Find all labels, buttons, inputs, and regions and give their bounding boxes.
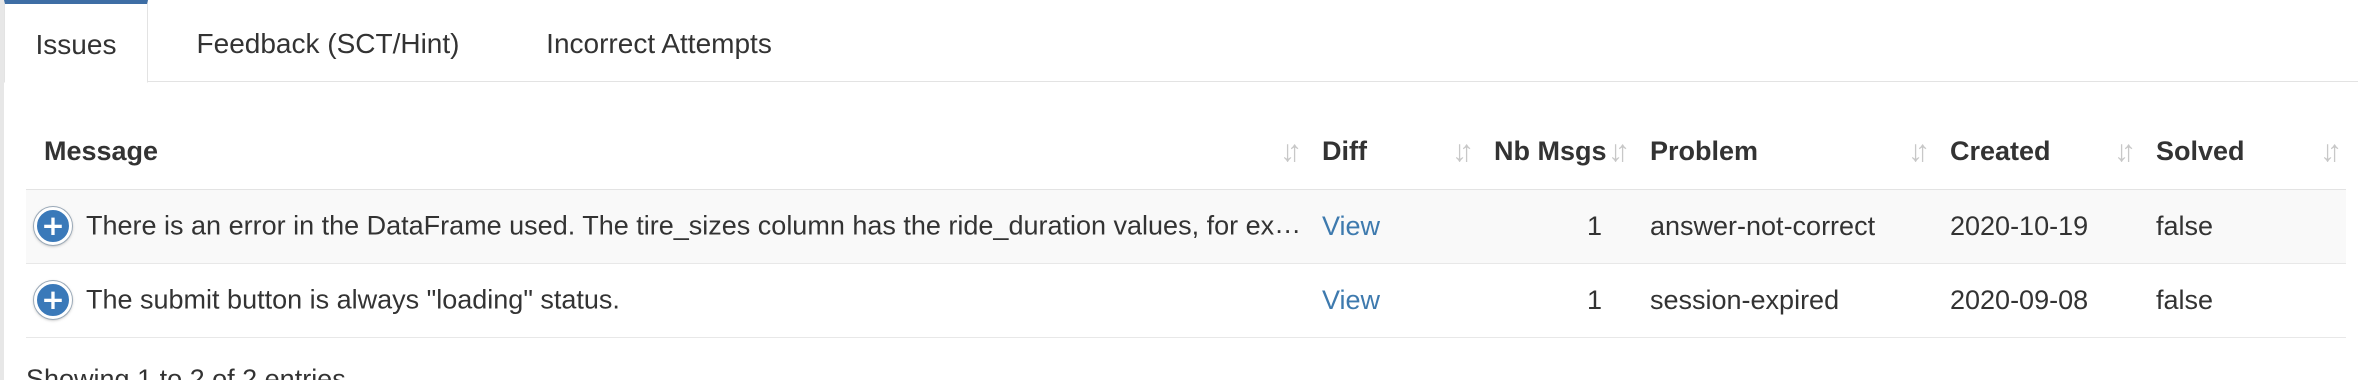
column-header-label: Created xyxy=(1950,136,2051,167)
sort-arrows-icon[interactable]: ↓↑ xyxy=(1280,135,1302,169)
column-header-nb-msgs[interactable]: Nb Msgs ↓↑ xyxy=(1478,115,1634,190)
view-diff-link[interactable]: View xyxy=(1322,285,1380,315)
column-header-label: Solved xyxy=(2156,136,2245,167)
tab-feedback[interactable]: Feedback (SCT/Hint) xyxy=(172,0,484,82)
column-header-label: Problem xyxy=(1650,136,1759,167)
problem-cell: session-expired xyxy=(1634,263,1934,338)
sort-arrows-icon[interactable]: ↓↑ xyxy=(1608,135,1630,169)
column-header-created[interactable]: Created ↓↑ xyxy=(1934,115,2140,190)
created-cell: 2020-09-08 xyxy=(1934,263,2140,338)
issues-table: Message ↓↑ Diff ↓↑ Nb Msgs ↓↑ Problem ↓↑ xyxy=(26,115,2346,338)
issues-table-container: Message ↓↑ Diff ↓↑ Nb Msgs ↓↑ Problem ↓↑ xyxy=(26,115,2346,338)
column-header-problem[interactable]: Problem ↓↑ xyxy=(1634,115,1934,190)
tab-incorrect-attempts[interactable]: Incorrect Attempts xyxy=(524,0,794,82)
diff-cell: View xyxy=(1306,263,1478,338)
sort-arrows-icon[interactable]: ↓↑ xyxy=(1908,135,1930,169)
message-text: The submit button is always "loading" st… xyxy=(86,284,620,315)
table-info-text: Showing 1 to 2 of 2 entries xyxy=(26,364,346,380)
message-text: There is an error in the DataFrame used.… xyxy=(86,210,1306,241)
plus-circle-icon[interactable]: + xyxy=(34,207,72,245)
column-header-label: Diff xyxy=(1322,136,1367,167)
created-cell: 2020-10-19 xyxy=(1934,189,2140,264)
message-cell: + The submit button is always "loading" s… xyxy=(26,263,1306,338)
view-diff-link[interactable]: View xyxy=(1322,211,1380,241)
nb-msgs-cell: 1 xyxy=(1478,189,1634,264)
solved-cell: false xyxy=(2140,189,2346,264)
column-header-label: Message xyxy=(44,136,159,167)
tab-issues[interactable]: Issues xyxy=(4,0,148,83)
sort-arrows-icon[interactable]: ↓↑ xyxy=(2320,135,2342,169)
tab-bar: Issues Feedback (SCT/Hint) Incorrect Att… xyxy=(4,0,2358,83)
column-header-solved[interactable]: Solved ↓↑ xyxy=(2140,115,2346,190)
sort-arrows-icon[interactable]: ↓↑ xyxy=(2114,135,2136,169)
solved-cell: false xyxy=(2140,263,2346,338)
message-cell: + There is an error in the DataFrame used… xyxy=(26,189,1306,264)
table-row: + The submit button is always "loading" s… xyxy=(26,263,2346,338)
nb-msgs-cell: 1 xyxy=(1478,263,1634,338)
column-header-message[interactable]: Message ↓↑ xyxy=(26,115,1306,190)
column-header-diff[interactable]: Diff ↓↑ xyxy=(1306,115,1478,190)
page: Issues Feedback (SCT/Hint) Incorrect Att… xyxy=(0,0,2358,380)
column-header-label: Nb Msgs xyxy=(1494,136,1607,167)
table-header-row: Message ↓↑ Diff ↓↑ Nb Msgs ↓↑ Problem ↓↑ xyxy=(26,115,2346,190)
sort-arrows-icon[interactable]: ↓↑ xyxy=(1452,135,1474,169)
table-row: + There is an error in the DataFrame used… xyxy=(26,189,2346,264)
plus-circle-icon[interactable]: + xyxy=(34,281,72,319)
problem-cell: answer-not-correct xyxy=(1634,189,1934,264)
diff-cell: View xyxy=(1306,189,1478,264)
